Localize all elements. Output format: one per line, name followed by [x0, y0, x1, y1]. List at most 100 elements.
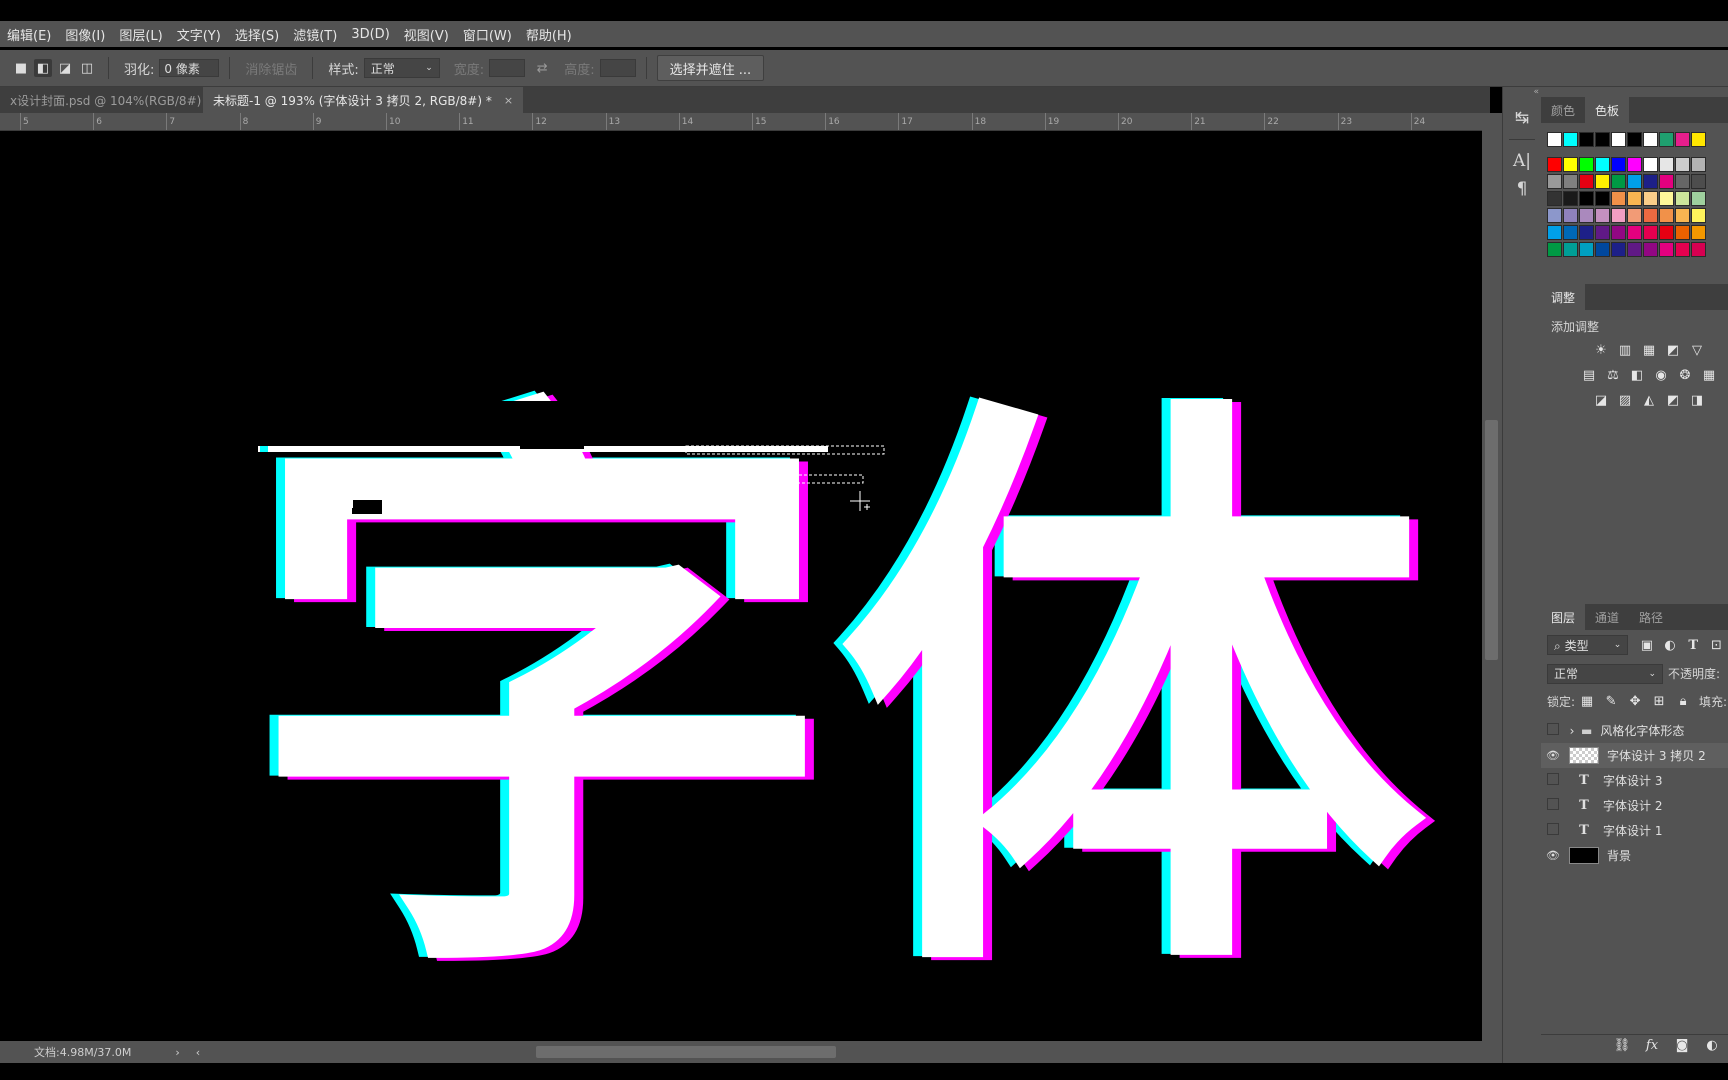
- color-swatch[interactable]: [1595, 242, 1610, 257]
- color-swatch[interactable]: [1595, 191, 1610, 206]
- paragraph-panel-icon[interactable]: ¶: [1509, 176, 1535, 202]
- lock-all-icon[interactable]: 🔒︎: [1672, 690, 1694, 712]
- color-swatch[interactable]: [1643, 174, 1658, 189]
- channel-mixer-icon[interactable]: ❂: [1674, 364, 1696, 386]
- intersect-selection-icon[interactable]: ◫: [78, 59, 96, 77]
- color-swatch[interactable]: [1595, 225, 1610, 240]
- color-swatch[interactable]: [1643, 242, 1658, 257]
- color-swatch[interactable]: [1659, 242, 1674, 257]
- color-swatch[interactable]: [1691, 174, 1706, 189]
- color-swatch[interactable]: [1627, 191, 1642, 206]
- shape-filter-icon[interactable]: ⊡: [1706, 634, 1727, 656]
- new-selection-icon[interactable]: ■: [12, 59, 30, 77]
- visibility-toggle[interactable]: [1541, 723, 1565, 738]
- tab-document-2[interactable]: 未标题-1 @ 193% (字体设计 3 拷贝 2, RGB/8#) * ×: [203, 87, 524, 113]
- link-icon[interactable]: ⛓: [1611, 1035, 1633, 1057]
- color-swatch[interactable]: [1659, 174, 1674, 189]
- visibility-toggle[interactable]: [1541, 798, 1565, 813]
- menu-item[interactable]: 图像(I): [58, 25, 112, 44]
- gradient-map-icon[interactable]: ◨: [1686, 389, 1708, 411]
- menu-item[interactable]: 编辑(E): [0, 25, 58, 44]
- select-and-mask-button[interactable]: 选择并遮住 ...: [656, 55, 765, 81]
- color-swatch[interactable]: [1595, 208, 1610, 223]
- lock-transparent-icon[interactable]: ▦: [1576, 690, 1598, 712]
- color-swatch[interactable]: [1659, 157, 1674, 172]
- color-swatch[interactable]: [1547, 157, 1562, 172]
- photo-filter-icon[interactable]: ◉: [1650, 364, 1672, 386]
- menu-item[interactable]: 视图(V): [397, 25, 456, 44]
- exposure-icon[interactable]: ◩: [1662, 339, 1684, 361]
- color-swatch[interactable]: [1563, 191, 1578, 206]
- color-swatch[interactable]: [1627, 174, 1642, 189]
- color-swatch[interactable]: [1611, 225, 1626, 240]
- color-swatch[interactable]: [1643, 208, 1658, 223]
- subtract-selection-icon[interactable]: ◪: [56, 59, 74, 77]
- color-swatch[interactable]: [1563, 174, 1578, 189]
- color-swatch[interactable]: [1547, 225, 1562, 240]
- color-swatch[interactable]: [1547, 132, 1562, 147]
- color-swatch[interactable]: [1691, 157, 1706, 172]
- status-menu-arrow-icon[interactable]: ›: [175, 1046, 179, 1059]
- fx-icon[interactable]: fx: [1641, 1035, 1663, 1057]
- color-swatch[interactable]: [1627, 157, 1642, 172]
- blend-mode-select[interactable]: 正常 ⌄: [1547, 663, 1663, 684]
- layer-row[interactable]: › ▬ 风格化字体形态: [1541, 718, 1728, 743]
- color-swatch[interactable]: [1675, 242, 1690, 257]
- tab-swatches[interactable]: 色板: [1585, 97, 1630, 123]
- color-swatch[interactable]: [1627, 225, 1642, 240]
- tab-channels[interactable]: 通道: [1585, 604, 1629, 630]
- color-swatch[interactable]: [1691, 242, 1706, 257]
- color-swatch[interactable]: [1675, 174, 1690, 189]
- color-swatch[interactable]: [1611, 208, 1626, 223]
- color-swatch[interactable]: [1659, 132, 1674, 147]
- menu-item[interactable]: 窗口(W): [456, 25, 519, 44]
- color-swatch[interactable]: [1691, 225, 1706, 240]
- color-swatch[interactable]: [1675, 191, 1690, 206]
- color-swatch[interactable]: [1643, 132, 1658, 147]
- invert-icon[interactable]: ◪: [1590, 389, 1612, 411]
- menu-item[interactable]: 3D(D): [344, 27, 396, 42]
- lock-position-icon[interactable]: ✥: [1624, 690, 1646, 712]
- visibility-eye-icon[interactable]: 👁︎: [1541, 849, 1565, 862]
- expand-arrow-icon[interactable]: ›: [1565, 724, 1579, 738]
- color-swatch[interactable]: [1579, 157, 1594, 172]
- color-swatch[interactable]: [1579, 191, 1594, 206]
- color-swatch[interactable]: [1563, 157, 1578, 172]
- visibility-eye-icon[interactable]: 👁︎: [1541, 749, 1565, 762]
- tab-color[interactable]: 颜色: [1541, 97, 1585, 123]
- color-swatch[interactable]: [1547, 208, 1562, 223]
- color-balance-icon[interactable]: ⚖: [1602, 364, 1624, 386]
- color-swatch[interactable]: [1675, 225, 1690, 240]
- menu-item[interactable]: 选择(S): [228, 25, 286, 44]
- color-swatch[interactable]: [1691, 132, 1706, 147]
- vertical-scroll-thumb[interactable]: [1485, 420, 1498, 660]
- color-swatch[interactable]: [1547, 242, 1562, 257]
- tab-document-1[interactable]: x设计封面.psd @ 104%(RGB/8#) ×: [0, 87, 223, 113]
- threshold-icon[interactable]: ◭: [1638, 389, 1660, 411]
- color-swatch[interactable]: [1659, 191, 1674, 206]
- layer-row[interactable]: 👁︎ 字体设计 3 拷贝 2: [1541, 743, 1728, 768]
- visibility-toggle[interactable]: [1541, 773, 1565, 788]
- color-swatch[interactable]: [1659, 208, 1674, 223]
- layer-row[interactable]: 👁︎ 背景: [1541, 843, 1728, 868]
- black-white-icon[interactable]: ◧: [1626, 364, 1648, 386]
- adjustment-layer-icon[interactable]: ◐: [1701, 1035, 1723, 1057]
- color-swatch[interactable]: [1643, 191, 1658, 206]
- height-input[interactable]: [599, 59, 636, 77]
- horizontal-scroll-thumb[interactable]: [536, 1046, 836, 1058]
- color-swatch[interactable]: [1579, 225, 1594, 240]
- layer-row[interactable]: T 字体设计 2: [1541, 793, 1728, 818]
- width-input[interactable]: [489, 59, 526, 77]
- menu-item[interactable]: 文字(Y): [170, 25, 228, 44]
- color-swatch[interactable]: [1595, 174, 1610, 189]
- color-swatch[interactable]: [1611, 174, 1626, 189]
- color-swatch[interactable]: [1579, 208, 1594, 223]
- kind-filter-select[interactable]: ⌕ 类型 ⌄: [1547, 635, 1629, 655]
- tab-adjustments[interactable]: 调整: [1541, 284, 1586, 310]
- color-swatch[interactable]: [1675, 132, 1690, 147]
- tab-paths[interactable]: 路径: [1629, 604, 1673, 630]
- color-swatch[interactable]: [1595, 132, 1610, 147]
- menu-item[interactable]: 帮助(H): [519, 25, 579, 44]
- color-swatch[interactable]: [1627, 132, 1642, 147]
- levels-icon[interactable]: ▥: [1614, 339, 1636, 361]
